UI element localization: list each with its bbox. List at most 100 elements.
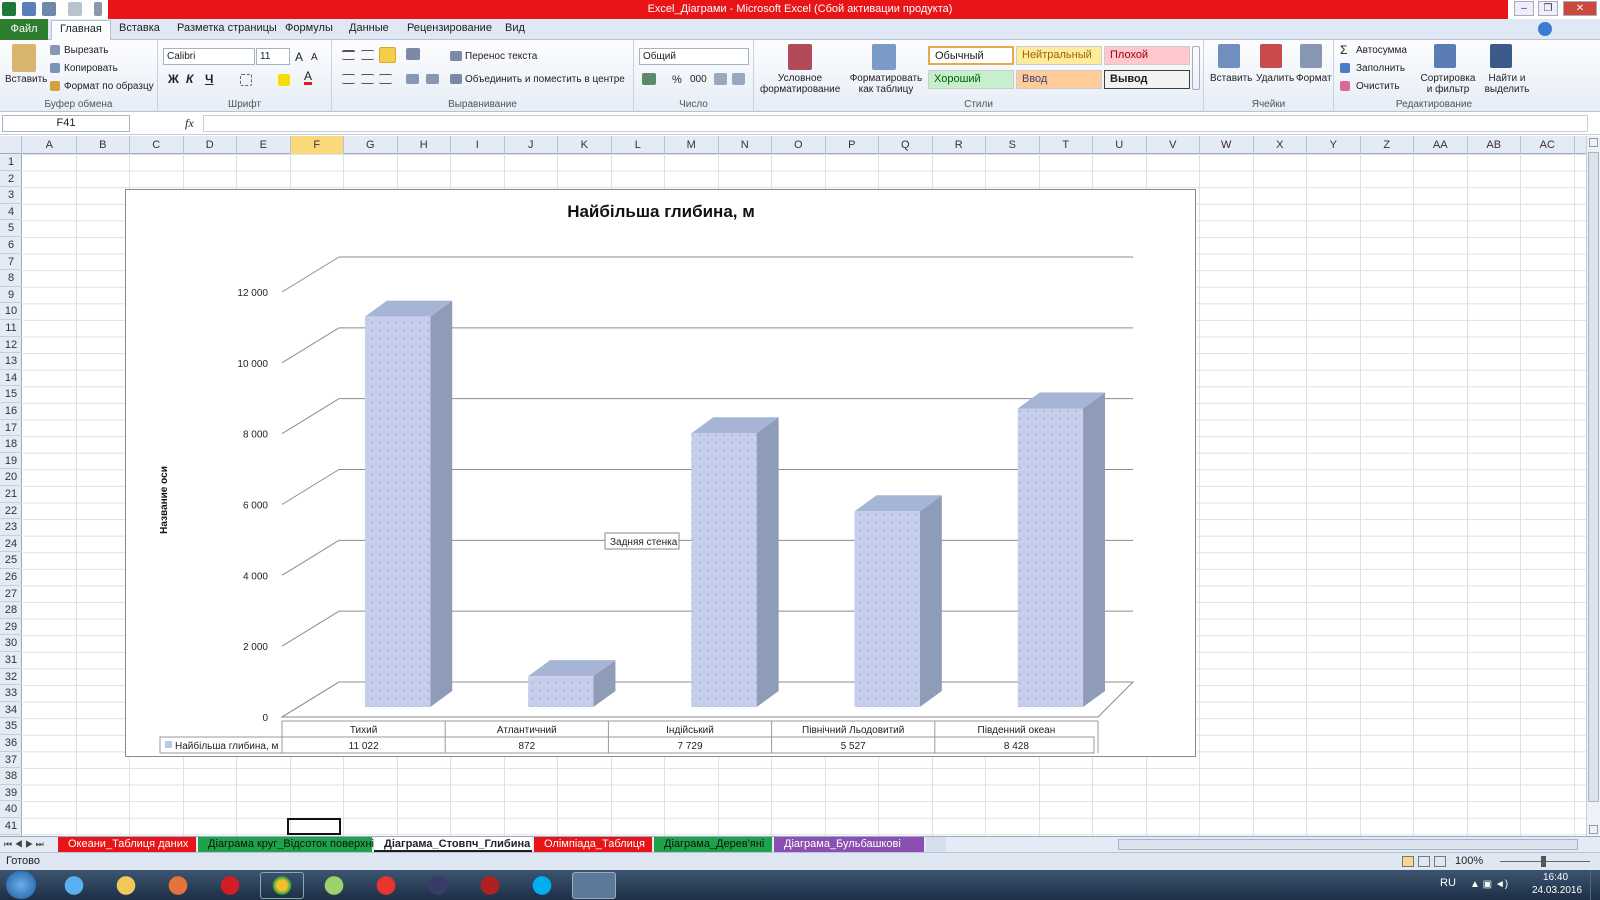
row-header-28[interactable]: 28 xyxy=(0,602,22,619)
name-box[interactable]: F41 xyxy=(2,115,130,132)
column-header-e[interactable]: E xyxy=(237,136,291,154)
column-header-i[interactable]: I xyxy=(451,136,505,154)
chart-area[interactable]: Найбільша глибина, м Название оси 0 2 000… xyxy=(125,189,1196,757)
yandex-icon[interactable] xyxy=(364,872,408,899)
bold-button[interactable]: Ж xyxy=(168,72,179,86)
page-layout-icon[interactable] xyxy=(1418,856,1430,867)
paste-button[interactable]: Вставить xyxy=(5,74,47,85)
style-good[interactable]: Хороший xyxy=(928,70,1014,89)
conditional-format-button[interactable]: Условное форматирование xyxy=(760,73,840,95)
tab-home[interactable]: Главная xyxy=(51,20,111,41)
close-button[interactable]: ✕ xyxy=(1563,1,1597,16)
zoom-slider-thumb[interactable] xyxy=(1541,856,1546,867)
orientation-icon[interactable] xyxy=(406,48,420,60)
row-header-32[interactable]: 32 xyxy=(0,669,22,686)
align-right-icon[interactable] xyxy=(379,74,392,84)
align-top-icon[interactable] xyxy=(342,50,355,60)
column-header-j[interactable]: J xyxy=(505,136,558,154)
insert-function-button[interactable]: fx xyxy=(185,116,194,131)
tab-data[interactable]: Данные xyxy=(349,22,389,34)
column-header-d[interactable]: D xyxy=(184,136,237,154)
row-header-3[interactable]: 3 xyxy=(0,187,22,204)
selected-cell[interactable] xyxy=(287,818,341,835)
clock-time[interactable]: 16:40 xyxy=(1543,872,1568,883)
find-select-button[interactable]: Найти и выделить xyxy=(1480,73,1534,95)
row-header-19[interactable]: 19 xyxy=(0,453,22,470)
scroll-up-icon[interactable] xyxy=(1589,138,1598,147)
thousands-button[interactable]: 000 xyxy=(690,74,707,85)
align-center-icon[interactable] xyxy=(361,74,374,84)
font-name-select[interactable]: Calibri xyxy=(163,48,255,65)
font-size-select[interactable]: 11 xyxy=(256,48,290,65)
sheet-tab[interactable]: Океани_Таблиця даних xyxy=(58,837,196,852)
skype-icon[interactable] xyxy=(520,872,564,899)
explorer-icon[interactable] xyxy=(104,872,148,899)
row-header-4[interactable]: 4 xyxy=(0,204,22,221)
row-header-11[interactable]: 11 xyxy=(0,320,22,337)
row-header-29[interactable]: 29 xyxy=(0,619,22,636)
language-indicator[interactable]: RU xyxy=(1440,877,1456,889)
start-button[interactable] xyxy=(6,871,36,899)
row-header-39[interactable]: 39 xyxy=(0,785,22,802)
format-cells-button[interactable]: Формат xyxy=(1296,73,1332,84)
horizontal-scrollbar[interactable] xyxy=(1118,839,1578,850)
row-header-15[interactable]: 15 xyxy=(0,386,22,403)
column-header-g[interactable]: G xyxy=(344,136,398,154)
column-header-m[interactable]: M xyxy=(665,136,719,154)
clear-button[interactable]: Очистить xyxy=(1356,81,1400,92)
zoom-level[interactable]: 100% xyxy=(1455,855,1483,867)
sheet-tab[interactable]: Діаграма круг_Відсоток поверхні xyxy=(198,837,374,852)
media-player-icon[interactable] xyxy=(156,872,200,899)
scroll-down-icon[interactable] xyxy=(1589,825,1598,834)
sheet-nav-icon[interactable]: ⏮ ◀ ▶ ⏭ xyxy=(4,839,44,850)
cut-button[interactable]: Вырезать xyxy=(64,45,108,56)
percent-button[interactable]: % xyxy=(672,74,682,86)
clock-date[interactable]: 24.03.2016 xyxy=(1532,885,1582,896)
sheet-tab[interactable]: Діаграма_Бульбашкові xyxy=(774,837,924,852)
fill-color-icon[interactable] xyxy=(278,74,290,86)
row-header-25[interactable]: 25 xyxy=(0,552,22,569)
row-header-5[interactable]: 5 xyxy=(0,220,22,237)
borders-icon[interactable] xyxy=(240,74,252,86)
row-header-12[interactable]: 12 xyxy=(0,337,22,354)
select-all-corner[interactable] xyxy=(0,136,22,154)
column-header-w[interactable]: W xyxy=(1200,136,1254,154)
copy-button[interactable]: Копировать xyxy=(64,63,118,74)
column-header-h[interactable]: H xyxy=(398,136,451,154)
sheet-tab[interactable]: Олімпіада_Таблиця xyxy=(534,837,652,852)
row-header-33[interactable]: 33 xyxy=(0,685,22,702)
column-header-p[interactable]: P xyxy=(826,136,879,154)
style-bad[interactable]: Плохой xyxy=(1104,46,1190,65)
row-header-7[interactable]: 7 xyxy=(0,254,22,271)
merge-center-button[interactable]: Объединить и поместить в центре xyxy=(465,74,625,85)
column-header-x[interactable]: X xyxy=(1254,136,1307,154)
row-header-8[interactable]: 8 xyxy=(0,270,22,287)
column-header-ac[interactable]: AC xyxy=(1521,136,1575,154)
increase-decimal-icon[interactable] xyxy=(714,73,727,85)
shrink-font-icon[interactable]: A xyxy=(311,52,318,63)
column-header-f[interactable]: F xyxy=(290,136,344,154)
opera-icon[interactable] xyxy=(208,872,252,899)
itunes-icon[interactable] xyxy=(312,872,356,899)
row-header-35[interactable]: 35 xyxy=(0,718,22,735)
column-header-u[interactable]: U xyxy=(1093,136,1147,154)
align-bottom-icon[interactable] xyxy=(379,47,396,63)
style-normal[interactable]: Обычный xyxy=(928,46,1014,65)
tab-review[interactable]: Рецензирование xyxy=(407,22,492,34)
row-header-1[interactable]: 1 xyxy=(0,154,22,171)
delete-cells-button[interactable]: Удалить xyxy=(1256,73,1294,84)
column-header-c[interactable]: C xyxy=(130,136,184,154)
excel-taskbar-icon[interactable] xyxy=(572,872,616,899)
row-header-23[interactable]: 23 xyxy=(0,519,22,536)
row-header-18[interactable]: 18 xyxy=(0,436,22,453)
sheet-tab[interactable]: Діаграма_Дерев'яні xyxy=(654,837,772,852)
sheet-tab[interactable]: Діаграма_Стовпч_Глибина xyxy=(374,837,532,852)
format-painter-button[interactable]: Формат по образцу xyxy=(64,81,154,92)
row-header-34[interactable]: 34 xyxy=(0,702,22,719)
styles-more-icon[interactable] xyxy=(1192,46,1200,90)
column-header-s[interactable]: S xyxy=(986,136,1040,154)
formula-input[interactable] xyxy=(203,115,1588,132)
chrome-icon[interactable] xyxy=(260,872,304,899)
minimize-button[interactable]: – xyxy=(1514,1,1534,16)
row-header-9[interactable]: 9 xyxy=(0,287,22,304)
